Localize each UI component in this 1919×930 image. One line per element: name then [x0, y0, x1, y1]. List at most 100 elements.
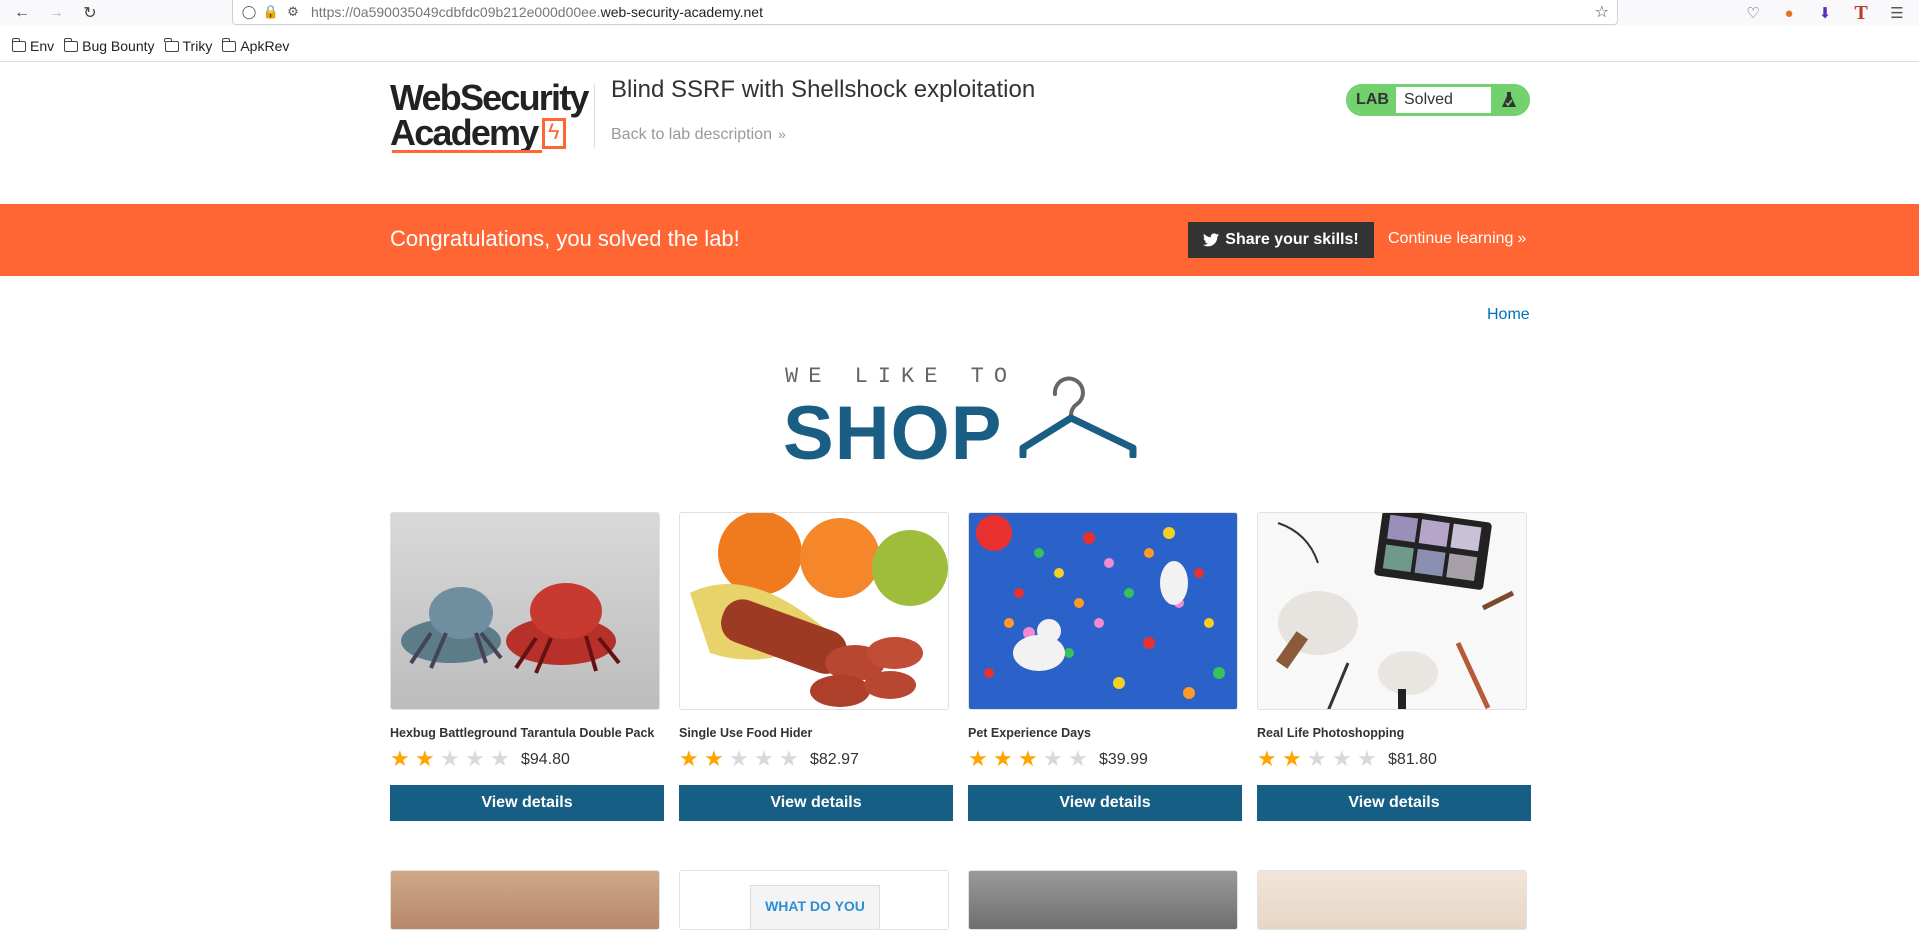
- star-filled-icon: ★: [704, 746, 724, 771]
- star-empty-icon: ★: [490, 746, 510, 771]
- back-arrow-icon[interactable]: ←: [10, 1, 34, 25]
- hanger-icon: [1019, 376, 1137, 458]
- web-security-academy-logo[interactable]: WebSecurity Academy: [390, 80, 590, 160]
- star-filled-icon: ★: [968, 746, 988, 771]
- lock-icon[interactable]: 🔒: [261, 2, 281, 22]
- folder-icon: [164, 37, 179, 52]
- product-image-partial: [390, 870, 660, 930]
- share-label: Share your skills!: [1225, 231, 1359, 248]
- star-empty-icon: ★: [779, 746, 799, 771]
- bookmark-folder-apkrev[interactable]: ApkRev: [221, 37, 290, 54]
- lab-badge-status: Solved: [1404, 91, 1453, 108]
- product-rating: ★ ★ ★ ★ ★ $82.97: [679, 748, 859, 770]
- view-details-button[interactable]: View details: [968, 785, 1242, 821]
- product-rating: ★ ★ ★ ★ ★ $94.80: [390, 748, 570, 770]
- congrats-message: Congratulations, you solved the lab!: [390, 226, 740, 251]
- star-filled-icon: ★: [993, 746, 1013, 771]
- view-details-button[interactable]: View details: [390, 785, 664, 821]
- logo-bolt-icon: [542, 118, 566, 149]
- reload-icon[interactable]: ↻: [78, 1, 102, 25]
- toolbar-right-icons: ♡ ● ⬇ T ☰: [1741, 0, 1919, 26]
- star-filled-icon: ★: [1282, 746, 1302, 771]
- product-price: $82.97: [810, 751, 859, 768]
- product-image-hexbug: [390, 512, 660, 710]
- folder-icon: [221, 37, 237, 52]
- folder-icon: [11, 37, 26, 52]
- back-link-label: Back to lab description: [611, 126, 772, 143]
- product-image-partial: WHAT DO YOU: [679, 870, 949, 930]
- product-price: $81.80: [1388, 751, 1437, 768]
- extension-icon[interactable]: ●: [1777, 1, 1801, 25]
- bookmark-folder-triky[interactable]: Triky: [164, 37, 213, 54]
- star-empty-icon: ★: [754, 746, 774, 771]
- download-icon[interactable]: ⬇: [1813, 1, 1837, 25]
- lab-status-badge: LAB Solved: [1346, 84, 1530, 116]
- double-chevron-icon: »: [1517, 230, 1527, 247]
- product-image-photoshopping: [1257, 512, 1527, 710]
- view-details-button[interactable]: View details: [1257, 785, 1531, 821]
- bookmark-folder-env[interactable]: Env: [11, 37, 55, 54]
- continue-learning-link[interactable]: Continue learning»: [1388, 230, 1526, 248]
- star-empty-icon: ★: [1307, 746, 1327, 771]
- flask-icon: [1491, 87, 1527, 113]
- star-empty-icon: ★: [1357, 746, 1377, 771]
- url-prefix: https://0a590035049cdbfdc09b212e000d00ee…: [311, 4, 601, 20]
- bookmark-label: ApkRev: [240, 38, 290, 54]
- product-name: Real Life Photoshopping: [1257, 726, 1405, 740]
- solved-banner: Congratulations, you solved the lab! Sha…: [0, 204, 1919, 276]
- product-image-partial: [1257, 870, 1527, 930]
- star-empty-icon: ★: [729, 746, 749, 771]
- star-filled-icon: ★: [390, 746, 410, 771]
- star-filled-icon: ★: [415, 746, 435, 771]
- logo-line1: WebSecurity: [390, 77, 589, 118]
- bookmark-folder-bug-bounty[interactable]: Bug Bounty: [63, 37, 155, 54]
- menu-icon[interactable]: ☰: [1885, 1, 1909, 25]
- shop-word: SHOP: [783, 391, 1003, 476]
- star-empty-icon: ★: [465, 746, 485, 771]
- star-empty-icon: ★: [1043, 746, 1063, 771]
- star-filled-icon: ★: [1257, 746, 1277, 771]
- shield-icon[interactable]: ◯: [239, 2, 259, 22]
- bookmark-label: Env: [30, 38, 55, 54]
- pocket-icon[interactable]: ♡: [1741, 1, 1765, 25]
- permissions-icon[interactable]: ⚙: [283, 2, 303, 22]
- shop-tagline: WE LIKE TO: [785, 364, 1018, 389]
- product-card: Hexbug Battleground Tarantula Double Pac…: [390, 512, 664, 821]
- product-card: Pet Experience Days ★ ★ ★ ★ ★ $39.99 Vie…: [968, 512, 1242, 821]
- bookmark-star-icon[interactable]: ☆: [1595, 2, 1609, 22]
- view-details-button[interactable]: View details: [679, 785, 953, 821]
- bookmark-label: Triky: [182, 38, 213, 54]
- header-divider: [594, 84, 595, 148]
- translate-icon[interactable]: T: [1849, 1, 1873, 25]
- twitter-icon: [1203, 233, 1220, 247]
- star-empty-icon: ★: [1068, 746, 1088, 771]
- star-empty-icon: ★: [440, 746, 460, 771]
- back-to-lab-link[interactable]: Back to lab description »: [611, 126, 786, 144]
- bookmark-label: Bug Bounty: [82, 38, 155, 54]
- continue-label: Continue learning: [1388, 230, 1514, 247]
- product-name: Hexbug Battleground Tarantula Double Pac…: [390, 726, 655, 740]
- url-bar[interactable]: ◯ 🔒 ⚙ https://0a590035049cdbfdc09b212e00…: [232, 0, 1618, 25]
- share-skills-button[interactable]: Share your skills!: [1188, 222, 1374, 258]
- product-name: Single Use Food Hider: [679, 726, 813, 740]
- product-image-pet-experience: [968, 512, 1238, 710]
- product-card: Single Use Food Hider ★ ★ ★ ★ ★ $82.97 V…: [679, 512, 953, 821]
- url-domain: web-security-academy.net: [600, 4, 763, 20]
- double-chevron-icon: »: [777, 126, 786, 142]
- bookmarks-bar: Env Bug Bounty Triky ApkRev: [0, 32, 1919, 60]
- star-empty-icon: ★: [1332, 746, 1352, 771]
- lab-title: Blind SSRF with Shellshock exploitation: [611, 76, 1036, 103]
- star-filled-icon: ★: [679, 746, 699, 771]
- product-price: $94.80: [521, 751, 570, 768]
- product-rating: ★ ★ ★ ★ ★ $81.80: [1257, 748, 1437, 770]
- folder-icon: [63, 37, 79, 52]
- product-name: Pet Experience Days: [968, 726, 1091, 740]
- home-link[interactable]: Home: [1487, 306, 1530, 324]
- product-rating: ★ ★ ★ ★ ★ $39.99: [968, 748, 1148, 770]
- url-text[interactable]: https://0a590035049cdbfdc09b212e000d00ee…: [311, 4, 763, 20]
- product-image-food-hider: [679, 512, 949, 710]
- product-price: $39.99: [1099, 751, 1148, 768]
- forward-arrow-icon[interactable]: →: [44, 1, 68, 25]
- lab-badge-label: LAB: [1349, 87, 1396, 113]
- star-filled-icon: ★: [1018, 746, 1038, 771]
